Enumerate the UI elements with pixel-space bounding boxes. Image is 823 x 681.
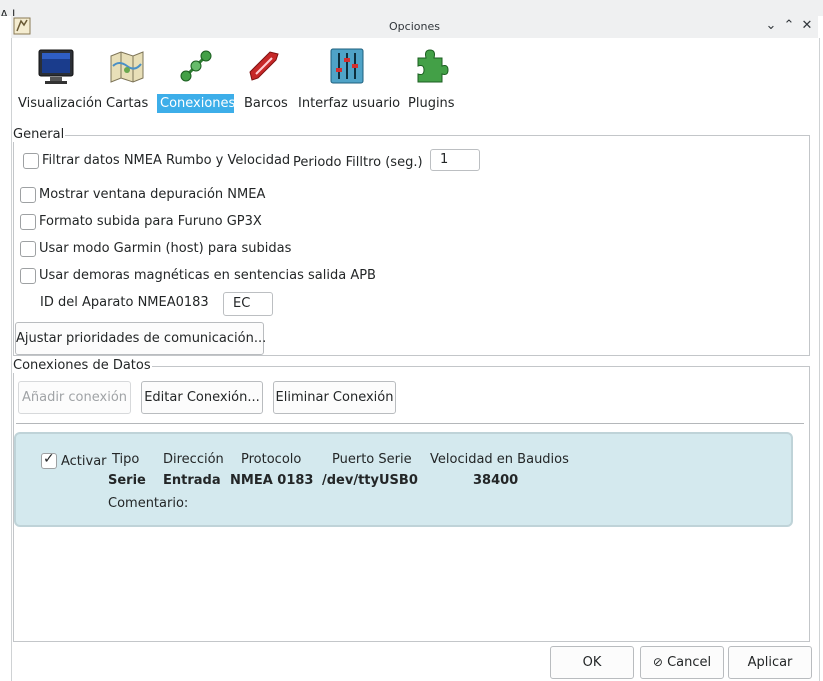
data-connections-legend: Conexiones de Datos [12, 358, 152, 373]
filter-period-label: Periodo Filltro (seg.) [293, 155, 423, 170]
tab-barcos[interactable]: Barcos [241, 38, 288, 118]
charts-map-icon [110, 51, 143, 83]
connections-icon [180, 50, 211, 82]
tab-label: Conexiones [157, 94, 235, 113]
cancel-label: Cancel [667, 655, 712, 670]
apb-label: Usar demoras magnéticas en sentencias sa… [39, 268, 376, 283]
tab-label: Interfaz usuario [298, 96, 401, 111]
tab-label: Visualización [18, 96, 103, 111]
tab-label: Plugins [408, 96, 455, 111]
general-legend: General [12, 127, 66, 142]
delete-connection-button[interactable]: Eliminar Conexión [273, 381, 396, 414]
device-id-input[interactable]: EC [223, 292, 273, 316]
apply-button[interactable]: Aplicar [728, 646, 812, 679]
header-port: Puerto Serie [332, 452, 412, 467]
sliders-icon [330, 48, 363, 84]
connections-divider [16, 423, 804, 424]
cancel-icon: ⊘ [652, 655, 663, 669]
tab-label: Cartas [106, 96, 149, 111]
background-window-text: A l [0, 8, 16, 16]
furuno-checkbox[interactable] [20, 214, 36, 230]
filter-nmea-label: Filtrar datos NMEA Rumbo y Velocidad [42, 153, 291, 168]
value-baud: 38400 [473, 473, 519, 488]
debug-window-label: Mostrar ventana depuración NMEA [39, 187, 266, 202]
tab-plugins[interactable]: Plugins [405, 38, 455, 118]
tab-visualizacion[interactable]: Visualización [15, 38, 103, 118]
filter-nmea-checkbox[interactable] [23, 153, 39, 169]
edit-connection-button[interactable]: Editar Conexión... [141, 381, 263, 414]
tab-cartas[interactable]: Cartas [103, 38, 150, 118]
garmin-label: Usar modo Garmin (host) para subidas [39, 241, 292, 256]
comment-label: Comentario: [108, 496, 189, 511]
puzzle-icon [417, 49, 449, 83]
priorities-button[interactable]: Ajustar prioridades de comunicación... [15, 322, 266, 355]
enable-connection-label: Activar [61, 454, 107, 469]
debug-window-checkbox[interactable] [20, 187, 36, 203]
monitor-icon [38, 49, 74, 84]
apb-checkbox[interactable] [20, 268, 36, 284]
value-direction: Entrada [163, 473, 221, 488]
header-baud: Velocidad en Baudios [430, 452, 569, 467]
value-protocol: NMEA 0183 [230, 473, 314, 488]
add-connection-button[interactable]: Añadir conexión [18, 381, 131, 414]
value-type: Serie [108, 473, 146, 488]
background-window: A l [0, 0, 823, 16]
close-icon[interactable]: ✕ [799, 18, 815, 34]
boat-icon [249, 51, 279, 81]
minimize-icon[interactable]: ⌄ [763, 18, 779, 34]
cancel-button[interactable]: ⊘ Cancel [640, 646, 724, 679]
header-type: Tipo [112, 452, 140, 467]
header-protocol: Protocolo [241, 452, 302, 467]
header-direction: Dirección [163, 452, 224, 467]
title-bar[interactable]: Opciones ⌄ ⌃ ✕ [11, 16, 818, 39]
garmin-checkbox[interactable] [20, 241, 36, 257]
maximize-icon[interactable]: ⌃ [781, 18, 797, 34]
tab-label: Barcos [244, 96, 288, 111]
tab-conexiones[interactable]: Conexiones [157, 38, 235, 118]
furuno-label: Formato subida para Furuno GP3X [39, 214, 262, 229]
enable-connection-checkbox[interactable] [41, 451, 57, 469]
filter-period-input[interactable]: 1 [430, 149, 480, 171]
window-title: Opciones [389, 20, 440, 33]
value-port: /dev/ttyUSB0 [322, 473, 418, 488]
tab-interfaz-usuario[interactable]: Interfaz usuario [295, 38, 401, 118]
ok-button[interactable]: OK [550, 646, 634, 679]
device-id-label: ID del Aparato NMEA0183 [40, 295, 209, 310]
